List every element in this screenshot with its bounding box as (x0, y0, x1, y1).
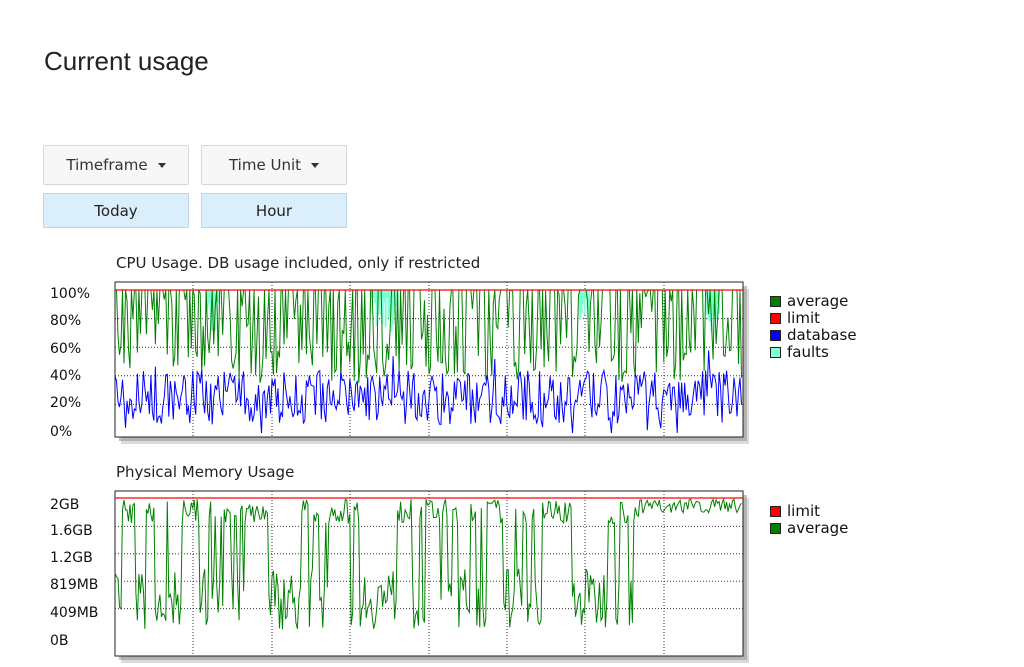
cpu-y-tick: 80% (50, 313, 82, 329)
memory-chart-title: Physical Memory Usage (116, 463, 295, 481)
memory-legend: limit average (770, 503, 848, 537)
memory-y-tick: 1.2GB (50, 550, 93, 566)
time-unit-dropdown[interactable]: Time Unit (201, 145, 347, 185)
timeframe-label: Timeframe (66, 156, 148, 174)
cpu-chart-title: CPU Usage. DB usage included, only if re… (116, 254, 481, 272)
time-unit-value[interactable]: Hour (201, 193, 347, 228)
legend-swatch (770, 313, 781, 324)
legend-swatch (770, 523, 781, 534)
timeframe-value[interactable]: Today (43, 193, 189, 228)
legend-swatch (770, 296, 781, 307)
legend-item-database: database (770, 327, 857, 344)
cpu-y-tick: 40% (50, 368, 82, 384)
chevron-down-icon (157, 162, 166, 168)
memory-y-tick: 2GB (50, 497, 80, 513)
memory-y-tick: 409MB (50, 605, 99, 621)
legend-item-average: average (770, 520, 848, 537)
time-unit-label: Time Unit (228, 156, 301, 174)
legend-item-limit: limit (770, 503, 848, 520)
cpu-y-tick: 100% (50, 286, 91, 302)
cpu-legend: average limit database faults (770, 293, 857, 361)
legend-item-limit: limit (770, 310, 857, 327)
legend-item-average: average (770, 293, 857, 310)
timeframe-dropdown[interactable]: Timeframe (43, 145, 189, 185)
chevron-down-icon (311, 162, 319, 168)
legend-swatch (770, 330, 781, 341)
legend-item-faults: faults (770, 344, 857, 361)
memory-y-tick: 819MB (50, 577, 99, 593)
memory-y-tick: 1.6GB (50, 523, 93, 539)
cpu-y-tick: 0% (50, 424, 73, 440)
legend-swatch (770, 347, 781, 358)
cpu-usage-chart (114, 281, 749, 444)
cpu-y-tick: 20% (50, 395, 82, 411)
cpu-y-tick: 60% (50, 341, 82, 357)
page-title: Current usage (44, 46, 209, 76)
legend-swatch (770, 506, 781, 517)
memory-usage-chart (114, 490, 749, 663)
memory-y-tick: 0B (50, 633, 69, 649)
